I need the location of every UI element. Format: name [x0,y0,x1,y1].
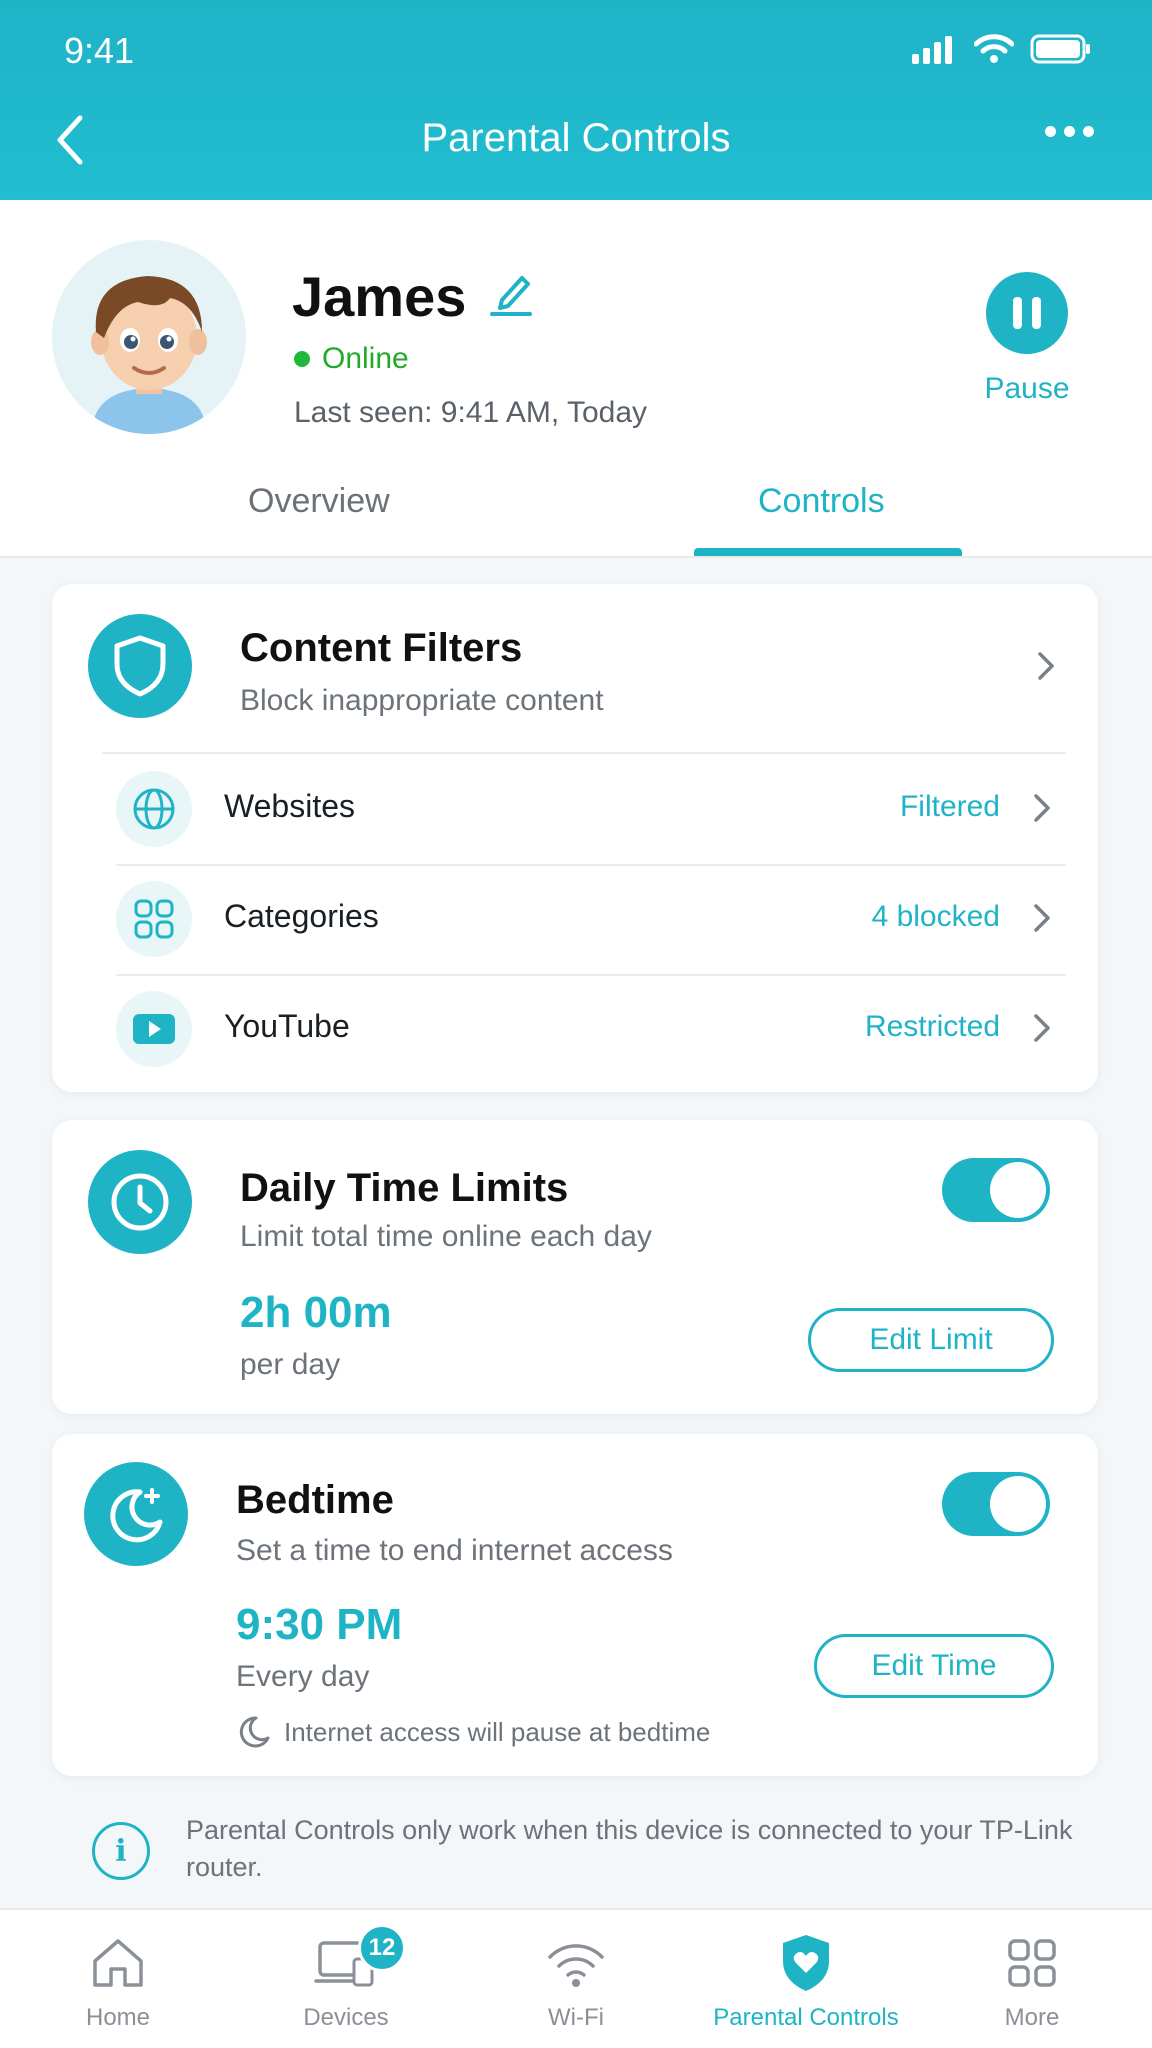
bedtime-value: 9:30 PM [236,1600,403,1649]
avatar [52,240,246,434]
status-time: 9:41 [64,30,135,71]
app-header: 9:41 Parental Controls [0,0,1152,200]
chevron-right-icon [1034,1014,1050,1042]
shield-heart-icon [783,1935,829,1991]
time-limits-toggle[interactable] [942,1158,1050,1222]
devices-count-badge: 12 [358,1924,406,1972]
tab-controls[interactable]: Controls [758,482,885,521]
globe-icon [116,771,192,847]
content-filters-card: Content Filters Block inappropriate cont… [52,584,1098,1092]
wifi-status-icon [974,34,1014,63]
row-value: Filtered [899,790,1000,823]
row-value: Restricted [864,1010,1000,1043]
content-filters-subtitle: Block inappropriate content [240,684,604,717]
bedtime-subtitle: Set a time to end internet access [236,1534,673,1567]
nav-more[interactable]: More [932,1932,1132,2032]
grid-icon [116,881,192,957]
row-label: Categories [224,898,379,934]
last-seen: Last seen: 9:41 AM, Today [294,396,648,429]
time-limits-title: Daily Time Limits [240,1166,569,1210]
bottom-nav: Home 12 Devices Wi-Fi Parental Controls … [0,1908,1152,2048]
info-icon: i [92,1822,150,1880]
battery-icon [1030,34,1090,64]
filter-row-websites[interactable]: Websites Filtered [116,754,1066,864]
grid-icon [1008,1939,1056,1987]
bedtime-note: Internet access will pause at bedtime [236,1714,710,1750]
bedtime-toggle[interactable] [942,1472,1050,1536]
child-name: James [292,265,467,328]
edit-time-button[interactable]: Edit Time [814,1634,1054,1698]
edit-name-icon[interactable] [488,268,534,316]
wifi-icon [548,1944,604,1987]
nav-devices[interactable]: 12 Devices [246,1924,446,2032]
time-limits-subtitle: Limit total time online each day [240,1220,652,1253]
nav-home[interactable]: Home [18,1932,218,2032]
shield-icon [88,614,192,718]
pause-label[interactable]: Pause [960,372,1094,406]
clock-icon [88,1150,192,1254]
bedtime-card: Bedtime Set a time to end internet acces… [52,1434,1098,1776]
active-tab-indicator [694,548,962,556]
time-limits-card: Daily Time Limits Limit total time onlin… [52,1120,1098,1414]
page-title: Parental Controls [421,116,731,160]
row-label: YouTube [224,1008,350,1044]
time-limit-unit: per day [240,1348,341,1381]
bedtime-title: Bedtime [236,1478,394,1522]
row-value: 4 blocked [871,900,1000,933]
profile-section: James Online Last seen: 9:41 AM, Today P… [0,200,1152,558]
bedtime-repeat: Every day [236,1660,370,1693]
home-icon [93,1939,143,1987]
online-status: Online [294,342,409,376]
youtube-icon [116,991,192,1067]
nav-wifi[interactable]: Wi-Fi [476,1932,676,2032]
moon-icon [84,1462,188,1566]
more-options-button[interactable] [1045,126,1094,137]
filter-row-youtube[interactable]: YouTube Restricted [116,974,1066,1084]
pause-button[interactable] [986,272,1068,354]
status-icons [910,34,1092,64]
edit-limit-button[interactable]: Edit Limit [808,1308,1054,1372]
nav-parental-controls[interactable]: Parental Controls [706,1932,906,2032]
tab-overview[interactable]: Overview [248,482,390,521]
row-label: Websites [224,788,356,824]
chevron-right-icon [1034,794,1050,822]
chevron-right-icon [1034,904,1050,932]
moon-outline-icon [239,1716,270,1748]
time-limit-value: 2h 00m [240,1288,392,1337]
info-text: Parental Controls only work when this de… [186,1815,1073,1882]
content-filters-title[interactable]: Content Filters [240,626,522,671]
chevron-right-icon[interactable] [1034,648,1058,684]
online-dot-icon [294,351,310,367]
signal-icon [912,36,952,64]
filter-row-categories[interactable]: Categories 4 blocked [116,864,1066,974]
